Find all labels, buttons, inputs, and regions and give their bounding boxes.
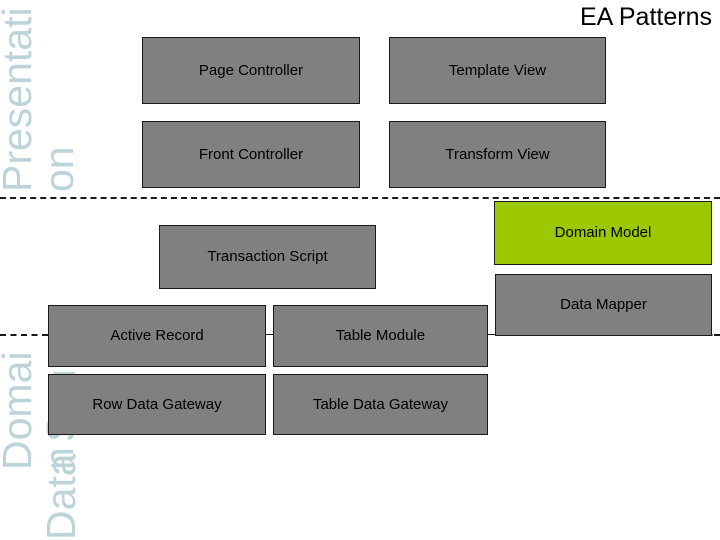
layer-divider-domain-datasource-left [0, 334, 48, 336]
pattern-box-transaction-script[interactable]: Transaction Script [159, 225, 376, 289]
pattern-label-active-record: Active Record [110, 327, 204, 344]
pattern-box-front-controller[interactable]: Front Controller [142, 121, 360, 188]
pattern-box-page-controller[interactable]: Page Controller [142, 37, 360, 104]
pattern-box-transform-view[interactable]: Transform View [389, 121, 606, 188]
pattern-box-row-data-gateway[interactable]: Row Data Gateway [48, 374, 266, 435]
pattern-label-table-data-gateway: Table Data Gateway [312, 395, 449, 413]
page-title: EA Patterns [579, 3, 712, 31]
pattern-box-domain-model[interactable]: Domain Model [494, 201, 712, 265]
pattern-box-template-view[interactable]: Template View [389, 37, 606, 104]
pattern-label-transaction-script: Transaction Script [207, 248, 328, 265]
pattern-box-table-data-gateway[interactable]: Table Data Gateway [273, 374, 488, 435]
pattern-label-domain-model: Domain Model [554, 224, 652, 241]
pattern-label-template-view: Template View [448, 61, 547, 79]
pattern-label-data-mapper: Data Mapper [560, 296, 647, 313]
pattern-label-row-data-gateway: Row Data Gateway [92, 395, 222, 413]
pattern-box-data-mapper[interactable]: Data Mapper [495, 274, 712, 336]
pattern-label-front-controller: Front Controller [198, 145, 304, 163]
pattern-label-page-controller: Page Controller [198, 61, 304, 79]
layer-label-presentation: Presentati on [0, 7, 82, 192]
pattern-label-transform-view: Transform View [445, 145, 550, 163]
pattern-box-active-record[interactable]: Active Record [48, 305, 266, 367]
pattern-box-table-module[interactable]: Table Module [273, 305, 488, 367]
layer-divider-presentation-domain [0, 197, 720, 199]
slide-canvas: EA Patterns Presentati on Domai n Data S… [0, 0, 720, 540]
pattern-label-table-module: Table Module [335, 327, 426, 344]
